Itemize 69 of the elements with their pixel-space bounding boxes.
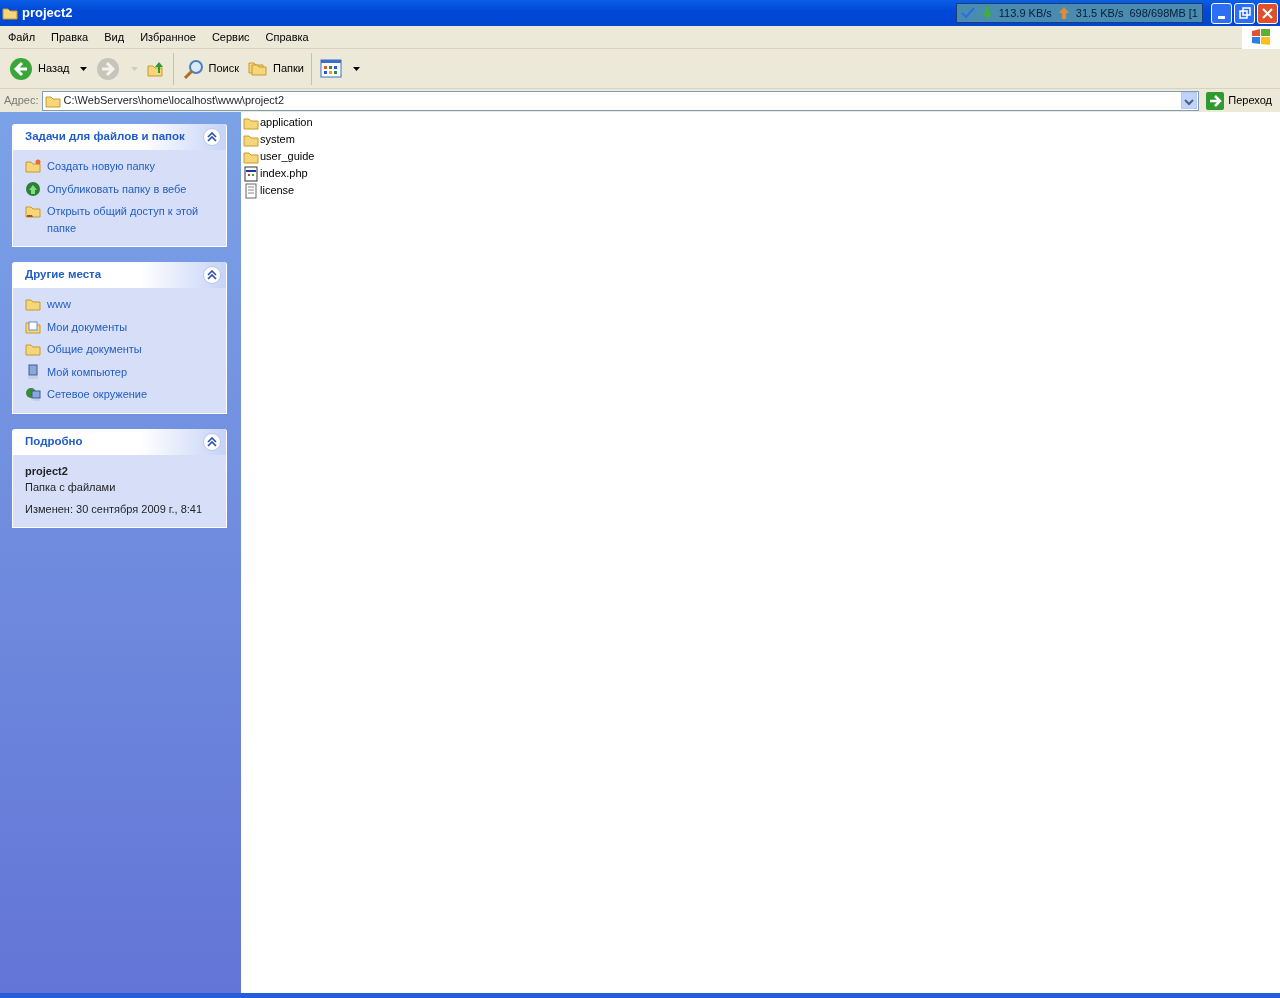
caret-icon bbox=[352, 66, 360, 71]
upload-arrow-icon bbox=[1057, 7, 1070, 19]
globe-icon bbox=[25, 180, 41, 197]
back-icon bbox=[8, 55, 34, 82]
minimize-button[interactable] bbox=[1211, 2, 1232, 24]
menu-item[interactable]: Правка bbox=[43, 28, 97, 46]
close-icon bbox=[1260, 5, 1275, 21]
shared-folder-icon bbox=[25, 203, 41, 219]
menu-item[interactable]: Избранное bbox=[132, 28, 204, 46]
detail-name: project2 bbox=[25, 463, 69, 479]
sidebar-link[interactable]: Создать новую папку bbox=[25, 158, 218, 175]
chevron-up-icon bbox=[207, 132, 217, 142]
file-item[interactable]: application bbox=[243, 114, 313, 131]
computer-icon bbox=[25, 363, 41, 380]
chevron-up-icon bbox=[207, 436, 217, 447]
panel-title: Задачи для файлов и папок bbox=[25, 129, 186, 145]
panel-title: Другие места bbox=[25, 267, 103, 283]
folder-icon bbox=[25, 341, 41, 357]
chevron-up-icon bbox=[207, 270, 217, 280]
sidebar-link[interactable]: www bbox=[25, 296, 218, 313]
sidebar-link[interactable]: Открыть общий доступ к этой папке bbox=[25, 203, 218, 236]
forward-icon bbox=[94, 55, 121, 82]
menu-item[interactable]: Справка bbox=[257, 28, 317, 46]
sidebar-link[interactable]: Мой компьютер bbox=[25, 363, 218, 380]
sidebar-link[interactable]: Сетевое окружение bbox=[25, 386, 218, 403]
upload-speed: 31.5 KB/s bbox=[1075, 5, 1124, 21]
caret-icon bbox=[79, 66, 87, 71]
views-icon bbox=[318, 56, 343, 81]
file-item[interactable]: system bbox=[243, 131, 295, 148]
new-folder-icon bbox=[25, 158, 41, 174]
sidebar-link[interactable]: Мои документы bbox=[25, 318, 218, 335]
folder-icon bbox=[25, 296, 41, 312]
check-icon bbox=[960, 7, 975, 19]
download-arrow-icon bbox=[980, 7, 993, 19]
address-label: Адрес: bbox=[4, 93, 39, 109]
address-path: C:\WebServers\home\localhost\www\project2 bbox=[63, 93, 285, 109]
sidebar-link[interactable]: Общие документы bbox=[25, 341, 218, 358]
collapse-button[interactable] bbox=[203, 432, 221, 451]
documents-folder-icon bbox=[25, 318, 41, 335]
file-item[interactable]: index.php bbox=[243, 165, 308, 182]
windows-logo-icon bbox=[1251, 28, 1271, 46]
restore-icon bbox=[1237, 5, 1252, 21]
collapse-button[interactable] bbox=[203, 128, 221, 146]
back-button[interactable]: Назад bbox=[4, 53, 91, 84]
sidebar-link[interactable]: Опубликовать папку в вебе bbox=[25, 180, 218, 197]
download-speed: 113.9 KB/s bbox=[998, 5, 1052, 21]
menu-item[interactable]: Файл bbox=[0, 28, 44, 46]
panel-title: Подробно bbox=[25, 433, 84, 449]
menu-item[interactable]: Вид bbox=[96, 28, 133, 46]
folders-button[interactable]: Папки bbox=[243, 55, 308, 82]
go-arrow-icon bbox=[1206, 91, 1225, 110]
collapse-button[interactable] bbox=[203, 266, 221, 284]
folder-icon bbox=[2, 5, 18, 21]
close-button[interactable] bbox=[1257, 2, 1278, 24]
file-item[interactable]: license bbox=[243, 182, 295, 199]
detail-modified: Изменен: 30 сентября 2009 г., 8:41 bbox=[25, 501, 204, 517]
search-button[interactable]: Поиск bbox=[176, 54, 243, 83]
memory-usage: 698/698MB [1 bbox=[1129, 5, 1198, 21]
address-field[interactable]: C:\WebServers\home\localhost\www\project2 bbox=[41, 90, 1200, 111]
menu-item[interactable]: Сервис bbox=[203, 28, 258, 46]
network-icon bbox=[25, 386, 41, 402]
restore-button[interactable] bbox=[1234, 2, 1255, 24]
window-title: project2 bbox=[22, 4, 74, 23]
file-item[interactable]: user_guide bbox=[243, 148, 315, 165]
go-button[interactable]: Переход bbox=[1202, 91, 1278, 110]
detail-type: Папка с файлами bbox=[25, 480, 117, 495]
dropdown-button[interactable] bbox=[1181, 92, 1198, 109]
caret-icon bbox=[130, 66, 138, 71]
minimize-icon bbox=[1218, 15, 1225, 19]
